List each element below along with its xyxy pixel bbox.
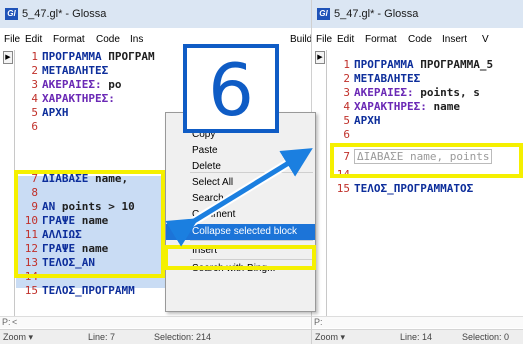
menu-separator (190, 240, 313, 241)
code-line[interactable]: 5 ΑΡΧΗ (328, 114, 523, 128)
menu-build[interactable]: Build (290, 34, 312, 45)
editor-border (326, 50, 327, 320)
code-line[interactable]: 1 ΠΡΟΓΡΑΜΜΑ ΠΡΟΓΡΑΜΜΑ_5 (328, 58, 523, 72)
menu-insert[interactable]: Insert (442, 34, 467, 45)
code-token: ΠΡΟΓΡΑΜΜΑ_5 (420, 58, 494, 71)
line-number: 6 (31, 120, 38, 133)
line-number: 6 (343, 128, 350, 141)
menu-item-collapse-selected-block[interactable]: Collapse selected block (166, 224, 315, 240)
collapsed-block-highlight (330, 143, 523, 178)
code-line[interactable]: 2 ΜΕΤΑΒΛΗΤΕΣ (328, 72, 523, 86)
code-line[interactable]: 4 ΧΑΡΑΚΤΗΡΕΣ: name (328, 100, 523, 114)
code-line[interactable]: 3 ΑΚΕΡΑΙΕΣ: points, s (328, 86, 523, 100)
menu-code[interactable]: Code (96, 34, 120, 45)
code-token: ΠΡΟΓΡΑΜ (108, 50, 155, 63)
line-number: 4 (343, 100, 350, 113)
line-number: 4 (31, 92, 38, 105)
menu-view[interactable]: V (482, 34, 489, 45)
code-token: ΠΡΟΓΡΑΜΜΑ (354, 58, 421, 71)
horizontal-scrollbar[interactable]: P: (312, 316, 523, 328)
code-token: ΧΑΡΑΚΤΗΡΕΣ: (42, 92, 115, 105)
code-token: ΑΚΕΡΑΙΕΣ: (42, 78, 109, 91)
menu-code[interactable]: Code (408, 34, 432, 45)
menu-format[interactable]: Format (365, 34, 397, 45)
menu-file[interactable]: File (4, 34, 20, 45)
status-selection: Selection: 0 (462, 332, 510, 342)
code-text: ΜΕΤΑΒΛΗΤΕΣ (354, 72, 420, 86)
horizontal-scrollbar[interactable]: P: < (0, 316, 320, 328)
code-token: ΑΚΕΡΑΙΕΣ: (354, 86, 421, 99)
scroll-left-icon[interactable]: < (12, 317, 17, 327)
code-token: ΠΡΟΓΡΑΜΜΑ (42, 50, 109, 63)
status-bar: Zoom ▾ Line: 7 Selection: 214 (0, 329, 320, 344)
menu-separator (190, 172, 313, 173)
code-token: ΑΡΧΗ (42, 106, 69, 119)
code-text: ΑΡΧΗ (42, 106, 69, 120)
menu-item-highlight (164, 245, 316, 270)
expand-arrow-icon[interactable]: ▶ (3, 51, 13, 64)
title-bar: Gl 5_47.gl* - Glossa (0, 0, 320, 28)
line-number: 1 (31, 50, 38, 63)
code-token: points, s (420, 86, 480, 99)
code-text: ΜΕΤΑΒΛΗΤΕΣ (42, 64, 108, 78)
code-text: ΠΡΟΓΡΑΜΜΑ ΠΡΟΓΡΑΜΜΑ_5 (354, 58, 493, 72)
zoom-dropdown[interactable]: Zoom ▾ (3, 332, 33, 343)
selected-block-highlight (14, 170, 165, 278)
code-line[interactable]: 15 ΤΕΛΟΣ_ΠΡΟΓΡΑΜΜΑΤΟΣ (328, 182, 523, 196)
window-title: 5_47.gl* - Glossa (334, 8, 419, 20)
code-token: ΜΕΤΑΒΛΗΤΕΣ (354, 72, 421, 85)
status-selection: Selection: 214 (154, 332, 212, 342)
title-bar: Gl 5_47.gl* - Glossa (312, 0, 523, 28)
status-line: Line: 7 (88, 332, 116, 342)
code-text: ΑΚΕΡΑΙΕΣ: points, s (354, 86, 480, 100)
code-line[interactable]: 6 (328, 128, 523, 142)
line-number: 5 (31, 106, 38, 119)
menu-item-paste[interactable]: Paste (166, 143, 315, 159)
menu-edit[interactable]: Edit (25, 34, 42, 45)
code-text: ΑΚΕΡΑΙΕΣ: po (42, 78, 121, 92)
window-title: 5_47.gl* - Glossa (22, 8, 107, 20)
line-number: 2 (343, 72, 350, 85)
step-number: 6 (208, 48, 254, 132)
menu-item-search[interactable]: Search (166, 191, 315, 207)
menu-format[interactable]: Format (53, 34, 85, 45)
line-number: 15 (336, 182, 350, 195)
status-bar: Zoom ▾ Line: 14 Selection: 0 (312, 329, 523, 344)
code-token: ΧΑΡΑΚΤΗΡΕΣ: (354, 100, 434, 113)
code-text: ΑΡΧΗ (354, 114, 381, 128)
code-token: ΤΕΛΟΣ_ΠΡΟΓΡΑΜΜΑΤΟΣ (354, 182, 474, 195)
code-token: name (433, 100, 460, 113)
menu-edit[interactable]: Edit (337, 34, 354, 45)
code-text: ΧΑΡΑΚΤΗΡΕΣ: (42, 92, 115, 106)
code-token: ΜΕΤΑΒΛΗΤΕΣ (42, 64, 109, 77)
line-number: 3 (343, 86, 350, 99)
line-number: 5 (343, 114, 350, 127)
menu-bar: File Edit Format Code Insert V (312, 34, 523, 48)
panel-label: P: (2, 317, 11, 327)
line-number: 15 (24, 284, 38, 297)
code-text: ΤΕΛΟΣ_ΠΡΟΓΡΑΜΜΑΤΟΣ (354, 182, 473, 196)
status-line: Line: 14 (400, 332, 433, 342)
menu-item-select-all[interactable]: Select All (166, 175, 315, 191)
step-callout: 6 (183, 44, 279, 133)
glossa-app-icon: Gl (5, 8, 18, 20)
line-number: 1 (343, 58, 350, 71)
code-token: ΑΡΧΗ (354, 114, 381, 127)
context-menu: CutCopyPasteDeleteSelect AllSearchCommen… (165, 112, 316, 312)
line-number: 3 (31, 78, 38, 91)
code-token: ΤΕΛΟΣ_ΠΡΟΓΡΑΜΜ (42, 284, 135, 297)
code-editor-right[interactable]: 1 ΠΡΟΓΡΑΜΜΑ ΠΡΟΓΡΑΜΜΑ_5 2 ΜΕΤΑΒΛΗΤΕΣ 3 ΑΚΕΡΑ… (328, 50, 523, 314)
code-text: ΠΡΟΓΡΑΜΜΑ ΠΡΟΓΡΑΜ (42, 50, 155, 64)
code-text: ΧΑΡΑΚΤΗΡΕΣ: name (354, 100, 460, 114)
code-text: ΤΕΛΟΣ_ΠΡΟΓΡΑΜΜ (42, 284, 135, 298)
menu-insert[interactable]: Ins (130, 34, 143, 45)
expand-arrow-icon[interactable]: ▶ (315, 51, 325, 64)
glossa-app-icon: Gl (317, 8, 330, 20)
zoom-dropdown[interactable]: Zoom ▾ (315, 332, 345, 343)
menu-item-comment[interactable]: Comment (166, 207, 315, 223)
line-number: 2 (31, 64, 38, 77)
menu-file[interactable]: File (316, 34, 332, 45)
panel-label: P: (314, 317, 323, 327)
code-token: po (108, 78, 122, 91)
